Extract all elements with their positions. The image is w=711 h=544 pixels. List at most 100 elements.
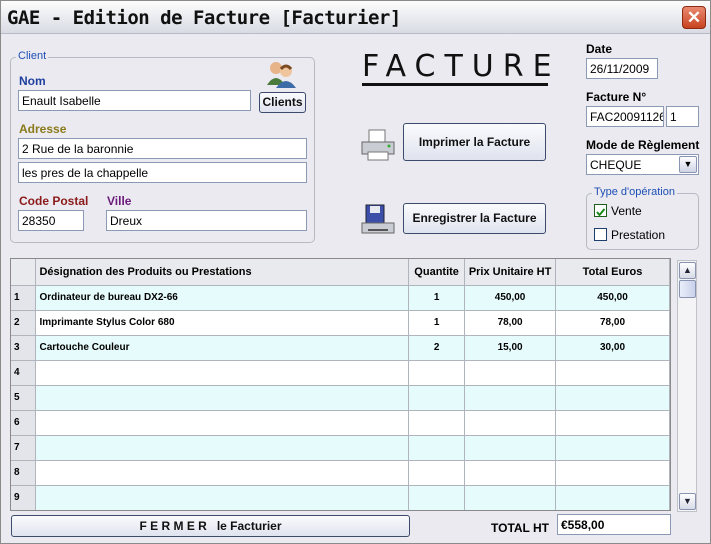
facture-number-label: Facture N° — [586, 90, 647, 104]
quantite-cell[interactable]: 2 — [408, 335, 466, 361]
title-underline — [362, 83, 548, 86]
total-euros-cell[interactable]: 450,00 — [555, 285, 670, 311]
clients-button[interactable]: Clients — [259, 92, 306, 113]
close-icon[interactable]: ✕ — [682, 6, 706, 29]
designation-cell[interactable]: Imprimante Stylus Color 680 — [35, 310, 410, 336]
reglement-label: Mode de Règlement — [586, 138, 700, 152]
vertical-scrollbar[interactable]: ▲ ▼ — [677, 260, 697, 512]
prix-unitaire-header[interactable]: Prix Unitaire HT — [464, 259, 557, 286]
row-number-cell[interactable]: 4 — [11, 360, 37, 386]
quantite-cell[interactable] — [408, 360, 466, 386]
reglement-value: CHEQUE — [590, 158, 642, 172]
code-postal-field[interactable]: 28350 — [18, 210, 84, 231]
table-row[interactable]: 7 — [11, 435, 670, 461]
quantite-cell[interactable] — [408, 385, 466, 411]
table-row[interactable]: 4 — [11, 360, 670, 386]
prix-unitaire-cell[interactable] — [464, 360, 557, 386]
save-icon — [360, 203, 396, 237]
total-euros-cell[interactable]: 78,00 — [555, 310, 670, 336]
row-number-cell[interactable]: 7 — [11, 435, 37, 461]
date-label: Date — [586, 42, 613, 56]
scroll-thumb[interactable] — [679, 280, 696, 298]
nom-field[interactable]: Enault Isabelle — [18, 90, 251, 111]
table-row[interactable]: 1 Ordinateur de bureau DX2-66 1 450,00 450,0… — [11, 285, 670, 311]
date-field[interactable]: 26/11/2009 — [586, 58, 658, 79]
quantite-cell[interactable] — [408, 485, 466, 510]
prix-unitaire-cell[interactable] — [464, 410, 557, 436]
nom-label: Nom — [19, 74, 46, 88]
prix-unitaire-cell[interactable] — [464, 485, 557, 510]
row-number-cell[interactable]: 8 — [11, 460, 37, 486]
checkmark-icon — [596, 208, 606, 217]
designation-cell[interactable] — [35, 485, 410, 510]
prix-unitaire-cell[interactable] — [464, 460, 557, 486]
quantite-cell[interactable]: 1 — [408, 285, 466, 311]
prestation-checkbox[interactable] — [594, 228, 607, 241]
table-row[interactable]: 3 Cartouche Couleur 2 15,00 30,00 — [11, 335, 670, 361]
designation-cell[interactable] — [35, 410, 410, 436]
designation-cell[interactable] — [35, 385, 410, 411]
row-number-cell[interactable]: 9 — [11, 485, 37, 510]
facture-number-field[interactable]: FAC20091126 — [586, 106, 664, 127]
prix-unitaire-cell[interactable]: 15,00 — [464, 335, 557, 361]
vente-label: Vente — [611, 204, 642, 218]
prix-unitaire-cell[interactable] — [464, 385, 557, 411]
chevron-down-icon[interactable]: ▼ — [679, 156, 697, 173]
quantite-cell[interactable]: 1 — [408, 310, 466, 336]
page-title: FACTURE — [362, 49, 561, 84]
table-row[interactable]: 5 — [11, 385, 670, 411]
total-euros-cell[interactable] — [555, 460, 670, 486]
clients-icon — [264, 59, 298, 89]
ville-field[interactable]: Dreux — [106, 210, 307, 231]
prix-unitaire-cell[interactable] — [464, 435, 557, 461]
scroll-down-icon[interactable]: ▼ — [679, 493, 696, 510]
row-number-cell[interactable]: 1 — [11, 285, 37, 311]
row-number-cell[interactable]: 2 — [11, 310, 37, 336]
designation-cell[interactable] — [35, 435, 410, 461]
table-row[interactable]: 2 Imprimante Stylus Color 680 1 78,00 78,00 — [11, 310, 670, 336]
total-euros-cell[interactable] — [555, 485, 670, 510]
table-header-row: Désignation des Produits ou Prestations … — [11, 259, 670, 286]
invoice-window: GAE - Edition de Facture [Facturier] ✕ C… — [0, 0, 711, 544]
facture-index-field[interactable]: 1 — [666, 106, 699, 127]
total-euros-cell[interactable] — [555, 360, 670, 386]
quantite-cell[interactable] — [408, 460, 466, 486]
close-facturier-button[interactable]: F E R M E R le Facturier — [11, 515, 410, 537]
title-bar: GAE - Edition de Facture [Facturier] ✕ — [1, 1, 710, 34]
row-number-cell[interactable]: 3 — [11, 335, 37, 361]
designation-header[interactable]: Désignation des Produits ou Prestations — [35, 259, 410, 286]
total-euros-cell[interactable] — [555, 410, 670, 436]
operation-group-label: Type d'opération — [592, 186, 677, 198]
row-number-cell[interactable]: 5 — [11, 385, 37, 411]
quantite-cell[interactable] — [408, 435, 466, 461]
print-invoice-button[interactable]: Imprimer la Facture — [403, 123, 546, 161]
scroll-up-icon[interactable]: ▲ — [679, 262, 696, 279]
quantite-cell[interactable] — [408, 410, 466, 436]
row-number-cell[interactable]: 6 — [11, 410, 37, 436]
table-row[interactable]: 8 — [11, 460, 670, 486]
total-euros-cell[interactable] — [555, 385, 670, 411]
invoice-lines-table: Désignation des Produits ou Prestations … — [10, 258, 671, 511]
total-ht-label: TOTAL HT — [491, 521, 549, 535]
table-row[interactable]: 9 — [11, 485, 670, 510]
client-group-label: Client — [16, 50, 49, 62]
total-euros-cell[interactable] — [555, 435, 670, 461]
window-title: GAE - Edition de Facture [Facturier] — [7, 7, 401, 29]
total-euros-header[interactable]: Total Euros — [555, 259, 670, 286]
designation-cell[interactable] — [35, 460, 410, 486]
adresse-line2-field[interactable]: les pres de la chappelle — [18, 162, 307, 183]
total-euros-cell[interactable]: 30,00 — [555, 335, 670, 361]
designation-cell[interactable]: Ordinateur de bureau DX2-66 — [35, 285, 410, 311]
table-row[interactable]: 6 — [11, 410, 670, 436]
ville-label: Ville — [107, 194, 132, 208]
prix-unitaire-cell[interactable]: 450,00 — [464, 285, 557, 311]
quantite-header[interactable]: Quantite — [408, 259, 466, 286]
designation-cell[interactable]: Cartouche Couleur — [35, 335, 410, 361]
adresse-label: Adresse — [19, 122, 67, 136]
printer-icon — [360, 128, 396, 162]
save-invoice-button[interactable]: Enregistrer la Facture — [403, 203, 546, 234]
adresse-line1-field[interactable]: 2 Rue de la baronnie — [18, 138, 307, 159]
prix-unitaire-cell[interactable]: 78,00 — [464, 310, 557, 336]
vente-checkbox[interactable] — [594, 204, 607, 217]
designation-cell[interactable] — [35, 360, 410, 386]
